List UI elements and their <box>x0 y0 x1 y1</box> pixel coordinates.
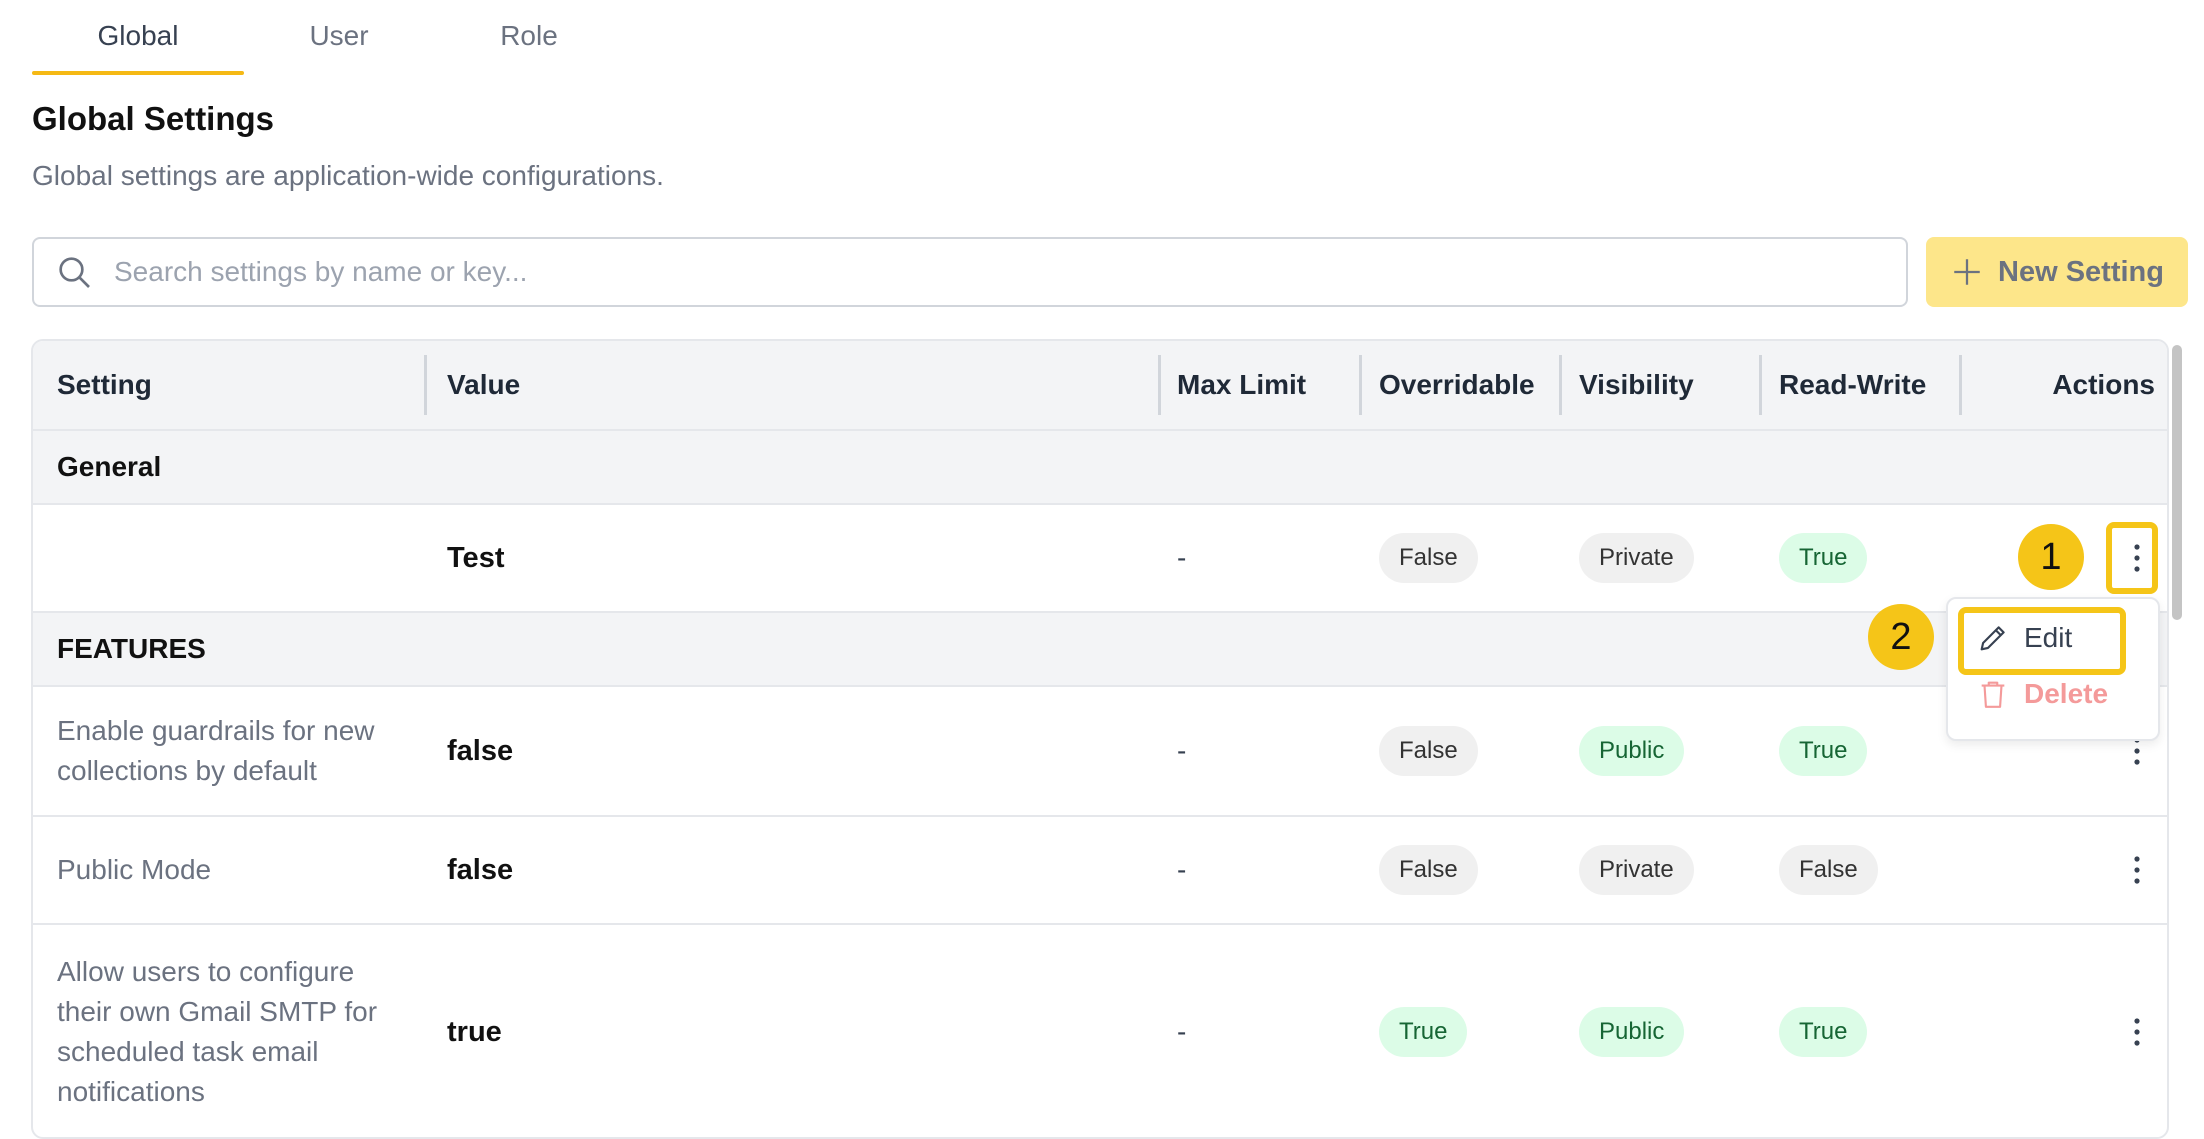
overridable-cell: True <box>1379 925 1569 1137</box>
visibility-cell: Private <box>1579 817 1769 923</box>
column-header-max-limit: Max Limit <box>1177 369 1307 400</box>
group-row-features: FEATURES <box>33 613 2167 687</box>
overridable-badge: True <box>1379 1007 1468 1057</box>
column-header-overridable: Overridable <box>1379 369 1535 400</box>
trash-icon <box>1981 681 2005 708</box>
search-icon <box>59 257 90 288</box>
highlight-actions-button <box>2106 522 2158 594</box>
read-write-badge: False <box>1779 845 1878 895</box>
new-setting-button[interactable]: New Setting <box>1926 237 2188 307</box>
setting-name-line: Enable guardrails for new <box>57 715 375 746</box>
more-vertical-icon <box>2134 1018 2140 1046</box>
visibility-cell: Public <box>1579 925 1769 1137</box>
setting-name: Allow users to configure their own Gmail… <box>57 925 427 1137</box>
overridable-badge: False <box>1379 845 1478 895</box>
setting-name <box>57 505 427 611</box>
table-scrollbar[interactable] <box>2172 345 2182 620</box>
tab-global[interactable]: Global <box>32 0 244 75</box>
visibility-cell: Public <box>1579 687 1769 815</box>
column-divider[interactable] <box>1759 355 1762 415</box>
max-limit: - <box>1177 854 1187 885</box>
max-limit: - <box>1177 542 1187 573</box>
setting-value: false <box>447 734 514 767</box>
visibility-badge: Public <box>1579 1007 1685 1057</box>
column-divider[interactable] <box>424 355 427 415</box>
tab-user[interactable]: User <box>244 0 434 72</box>
setting-name-line: Allow users to configure <box>57 956 355 987</box>
table-row: Test - False Private True <box>33 505 2167 613</box>
row-actions-button[interactable] <box>2119 1012 2155 1052</box>
step-marker-2: 2 <box>1868 604 1934 670</box>
group-label: General <box>57 451 162 482</box>
column-divider[interactable] <box>1158 355 1161 415</box>
setting-name-line: notifications <box>57 1076 205 1107</box>
actions-cell <box>1979 817 2167 923</box>
visibility-badge: Public <box>1579 726 1685 776</box>
page-description: Global settings are application-wide con… <box>32 160 664 191</box>
table-row: Enable guardrails for new collections by … <box>33 687 2167 817</box>
table-row: Public Mode false - False Private False <box>33 817 2167 925</box>
delete-label: Delete <box>2024 678 2109 709</box>
read-write-cell: True <box>1779 925 1969 1137</box>
table-header: Setting Value Max Limit Overridable Visi… <box>33 341 2167 431</box>
read-write-badge: True <box>1779 1007 1868 1057</box>
group-label: FEATURES <box>57 633 206 664</box>
column-divider[interactable] <box>1359 355 1362 415</box>
visibility-badge: Private <box>1579 845 1694 895</box>
plus-icon <box>1954 259 1980 285</box>
column-divider[interactable] <box>1959 355 1962 415</box>
read-write-badge: True <box>1779 533 1868 583</box>
visibility-cell: Private <box>1579 505 1769 611</box>
overridable-badge: False <box>1379 726 1478 776</box>
read-write-cell: True <box>1779 687 1969 815</box>
overridable-cell: False <box>1379 505 1569 611</box>
column-divider[interactable] <box>1559 355 1562 415</box>
overridable-badge: False <box>1379 533 1478 583</box>
read-write-cell: True <box>1779 505 1969 611</box>
column-header-setting: Setting <box>57 369 152 400</box>
setting-name: Enable guardrails for new collections by … <box>57 687 427 815</box>
max-limit: - <box>1177 735 1187 766</box>
setting-value: false <box>447 853 514 886</box>
setting-value: Test <box>447 541 505 574</box>
column-header-value: Value <box>447 369 521 400</box>
group-row-general: General <box>33 431 2167 505</box>
search-box <box>32 237 1908 307</box>
search-input[interactable] <box>112 255 1906 289</box>
setting-name-line: Public Mode <box>57 854 212 885</box>
column-header-read-write: Read-Write <box>1779 369 1927 400</box>
setting-name-line: collections by default <box>57 755 317 786</box>
delete-menu-item[interactable]: Delete <box>1976 677 2108 711</box>
read-write-badge: True <box>1779 726 1868 776</box>
settings-table: Setting Value Max Limit Overridable Visi… <box>31 339 2169 1139</box>
new-setting-label: New Setting <box>1998 255 2164 288</box>
setting-name-line: their own Gmail SMTP for <box>57 996 378 1027</box>
actions-cell <box>1979 925 2167 1137</box>
setting-name: Public Mode <box>57 817 427 923</box>
highlight-edit-item <box>1958 607 2126 675</box>
step-marker-1: 1 <box>2018 524 2084 590</box>
table-row: Allow users to configure their own Gmail… <box>33 925 2167 1137</box>
overridable-cell: False <box>1379 687 1569 815</box>
more-vertical-icon <box>2134 856 2140 884</box>
settings-tabs: Global User Role <box>32 0 624 76</box>
row-actions-button[interactable] <box>2119 850 2155 890</box>
tab-role[interactable]: Role <box>434 0 624 72</box>
column-header-visibility: Visibility <box>1579 369 1694 400</box>
max-limit: - <box>1177 1016 1187 1047</box>
visibility-badge: Private <box>1579 533 1694 583</box>
read-write-cell: False <box>1779 817 1969 923</box>
setting-name-line: scheduled task email <box>57 1036 319 1067</box>
overridable-cell: False <box>1379 817 1569 923</box>
column-header-actions: Actions <box>2052 369 2155 400</box>
page-title: Global Settings <box>32 100 275 137</box>
setting-value: true <box>447 1015 502 1048</box>
